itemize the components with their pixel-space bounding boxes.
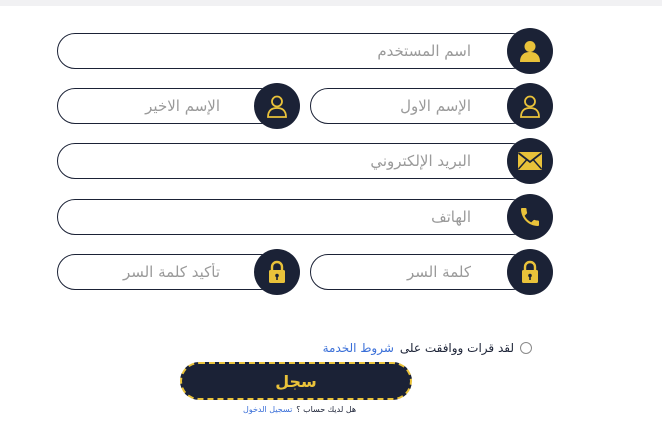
lock-icon: [507, 249, 553, 295]
user-outline-icon: [254, 83, 300, 129]
login-link[interactable]: تسجيل الدخول: [243, 405, 292, 414]
register-button[interactable]: سجل: [180, 362, 412, 400]
top-strip: [0, 0, 662, 6]
phone-icon: [507, 194, 553, 240]
email-input[interactable]: [72, 144, 473, 178]
lock-icon: [254, 249, 300, 295]
last-name-field[interactable]: [57, 88, 279, 124]
confirm-password-field[interactable]: [57, 254, 279, 290]
email-field[interactable]: [57, 143, 530, 179]
envelope-icon: [507, 138, 553, 184]
first-name-input[interactable]: [325, 89, 473, 123]
login-prompt: هل لديك حساب ؟ تسجيل الدخول: [243, 405, 356, 414]
login-prompt-text: هل لديك حساب ؟: [296, 405, 357, 414]
user-outline-icon: [507, 83, 553, 129]
terms-row: لقد قرات ووافقت على شروط الخدمة: [323, 341, 532, 355]
username-input[interactable]: [72, 34, 473, 68]
last-name-input[interactable]: [72, 89, 222, 123]
password-input[interactable]: [325, 255, 473, 289]
terms-text: لقد قرات ووافقت على: [399, 341, 514, 355]
terms-checkbox[interactable]: [520, 342, 532, 354]
terms-of-service-link[interactable]: شروط الخدمة: [323, 341, 394, 355]
first-name-field[interactable]: [310, 88, 530, 124]
password-field[interactable]: [310, 254, 530, 290]
phone-field[interactable]: [57, 199, 530, 235]
phone-input[interactable]: [72, 200, 473, 234]
username-field[interactable]: [57, 33, 530, 69]
confirm-password-input[interactable]: [72, 255, 222, 289]
user-solid-icon: [507, 28, 553, 74]
